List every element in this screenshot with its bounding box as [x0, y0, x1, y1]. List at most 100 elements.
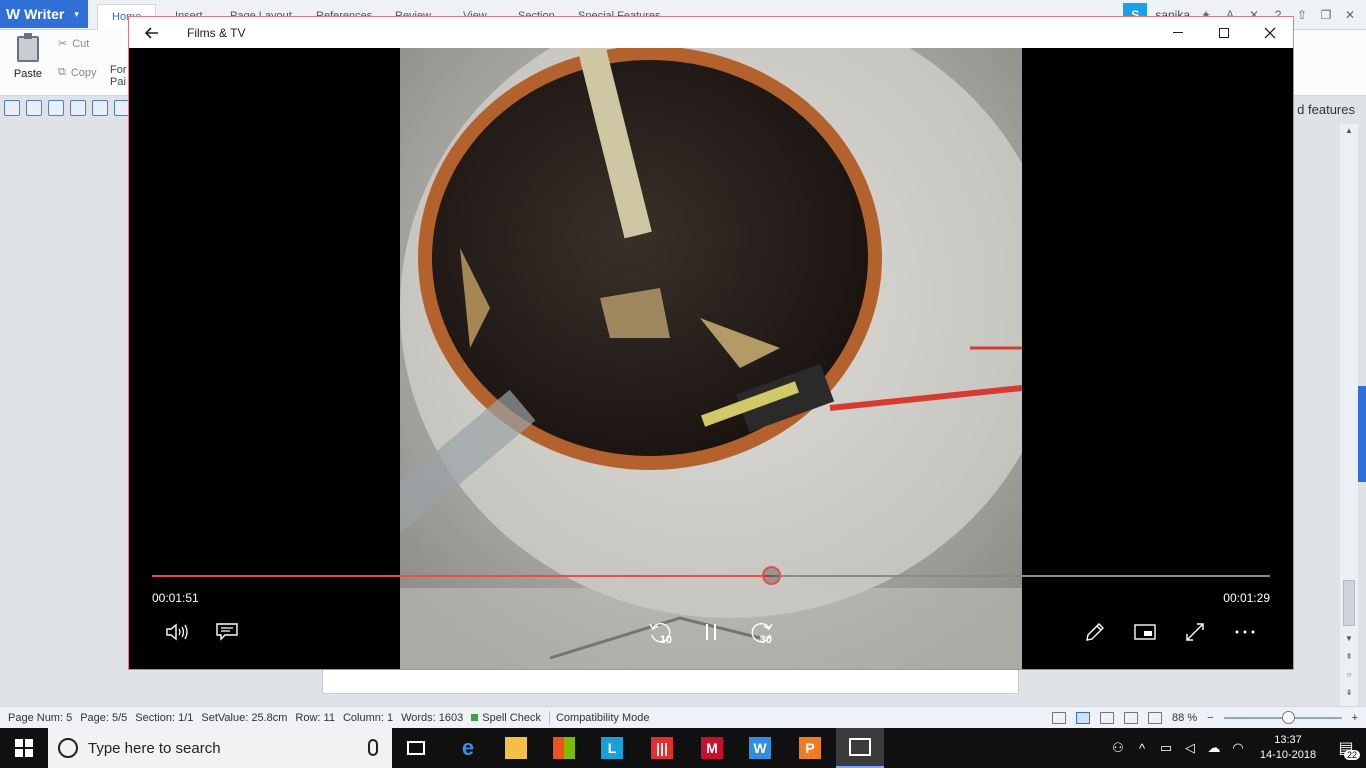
back-button[interactable]	[129, 17, 175, 48]
select-browse-icon[interactable]: ○	[1340, 670, 1358, 684]
compatibility-mode: Compatibility Mode	[555, 711, 650, 724]
page-num[interactable]: Page Num: 5	[8, 712, 72, 724]
zoom-out-icon[interactable]: −	[1207, 712, 1213, 724]
spell-check-icon	[471, 714, 479, 721]
row[interactable]: Row: 11	[295, 712, 335, 724]
cut-button[interactable]: ✂ Cut	[58, 37, 90, 51]
page-count[interactable]: Page: 5/5	[80, 712, 127, 724]
taskbar-app-presentation[interactable]: P	[786, 728, 834, 768]
battery-icon[interactable]: ▭	[1154, 740, 1178, 756]
seek-bar[interactable]	[152, 566, 1270, 585]
wifi-icon[interactable]: ◠	[1226, 740, 1250, 756]
spell-check[interactable]: Spell Check	[471, 712, 541, 724]
close-button[interactable]	[1247, 17, 1293, 48]
taskbar-app-films[interactable]	[836, 728, 884, 768]
action-center-button[interactable]: ▤ 22	[1326, 728, 1366, 768]
task-view-icon	[407, 741, 425, 755]
scroll-down-icon[interactable]: ▼	[1340, 634, 1358, 648]
format-painter-label-2: Pai	[110, 76, 126, 88]
word-count[interactable]: Words: 1603	[401, 712, 463, 724]
red-app-icon: |||	[651, 737, 673, 759]
print-preview-icon[interactable]	[92, 100, 108, 116]
vertical-scrollbar[interactable]: ▲ ▼ ⇞ ○ ⇟	[1340, 124, 1358, 706]
shield-icon: M	[701, 737, 723, 759]
taskbar-app-explorer[interactable]	[492, 728, 540, 768]
restore-icon[interactable]: ❐	[1318, 8, 1334, 22]
task-view-button[interactable]	[392, 728, 440, 768]
taskbar-search[interactable]: Type here to search	[48, 728, 392, 768]
web-view-icon[interactable]	[1124, 712, 1139, 724]
zoom-in-icon[interactable]: +	[1352, 712, 1358, 724]
more-icon	[1235, 630, 1255, 634]
clock[interactable]: 13:37 14-10-2018	[1250, 733, 1326, 763]
open-folder-icon[interactable]	[4, 100, 20, 116]
writer-app-menu[interactable]: W Writer ▾	[0, 0, 88, 28]
onedrive-icon[interactable]: ☁	[1202, 740, 1226, 756]
outline-view-icon[interactable]	[1100, 712, 1115, 724]
print-icon[interactable]	[70, 100, 86, 116]
start-button[interactable]	[0, 728, 48, 768]
zoom-slider-thumb[interactable]	[1281, 711, 1295, 724]
status-bar: Page Num: 5 Page: 5/5 Section: 1/1 SetVa…	[0, 706, 1366, 728]
reading-view-icon[interactable]	[1148, 712, 1163, 724]
previous-page-icon[interactable]: ⇞	[1340, 652, 1358, 666]
captions-button[interactable]	[210, 617, 244, 647]
store-icon	[553, 737, 575, 759]
clock-date: 14-10-2018	[1259, 749, 1317, 761]
scrollbar-thumb[interactable]	[1343, 580, 1355, 626]
minimize-icon	[1173, 32, 1183, 33]
paste-button[interactable]: Paste	[8, 33, 48, 90]
zoom-slider[interactable]	[1223, 711, 1342, 724]
taskbar-app-writer[interactable]: W	[736, 728, 784, 768]
skip-forward-button[interactable]: 30	[744, 617, 778, 647]
pause-button[interactable]	[694, 617, 728, 647]
search-placeholder: Type here to search	[88, 739, 221, 757]
skip-back-seconds: 10	[659, 634, 672, 646]
chevron-up-icon[interactable]: ^	[1130, 741, 1154, 756]
system-tray: ⚇ ^ ▭ ◁ ☁ ◠ 13:37 14-10-2018 ▤ 22	[1106, 728, 1366, 768]
format-painter-button[interactable]: For Pai	[110, 64, 127, 88]
side-panel-toggle[interactable]	[1358, 386, 1366, 482]
edit-button[interactable]	[1078, 617, 1112, 647]
copy-button[interactable]: ⧉ Copy	[58, 66, 97, 79]
set-value[interactable]: SetValue: 25.8cm	[201, 712, 287, 724]
notification-count: 22	[1343, 750, 1360, 760]
microphone-icon[interactable]	[368, 739, 378, 756]
volume-icon[interactable]: ◁	[1178, 740, 1202, 756]
volume-button[interactable]	[160, 617, 194, 647]
taskbar-app-red[interactable]: |||	[638, 728, 686, 768]
fullscreen-button[interactable]	[1178, 617, 1212, 647]
minimize-button[interactable]	[1155, 17, 1201, 48]
page-view-icon[interactable]	[1076, 712, 1091, 724]
captions-icon	[216, 623, 238, 641]
advanced-features-label[interactable]: d features	[1297, 102, 1355, 117]
pause-icon	[706, 624, 716, 640]
close-icon[interactable]: ✕	[1342, 8, 1358, 22]
zoom-level[interactable]: 88 %	[1172, 712, 1197, 724]
save-icon[interactable]	[26, 100, 42, 116]
people-icon[interactable]: ⚇	[1106, 740, 1130, 756]
fullscreen-view-icon[interactable]	[1052, 712, 1067, 724]
export-pdf-icon[interactable]	[48, 100, 64, 116]
next-page-icon[interactable]: ⇟	[1340, 688, 1358, 702]
skip-back-button[interactable]: 10	[644, 617, 678, 647]
seek-thumb[interactable]	[762, 566, 781, 585]
more-options-button[interactable]	[1228, 617, 1262, 647]
taskbar-app-l[interactable]: L	[588, 728, 636, 768]
clock-time: 13:37	[1274, 734, 1302, 746]
taskbar-app-mcafee[interactable]: M	[688, 728, 736, 768]
edge-icon: e	[461, 735, 475, 760]
mini-view-button[interactable]	[1128, 617, 1162, 647]
collapse-ribbon-icon[interactable]: ⇧	[1294, 8, 1310, 22]
taskbar-app-store[interactable]	[540, 728, 588, 768]
clipboard-icon	[17, 33, 39, 62]
column[interactable]: Column: 1	[343, 712, 393, 724]
cut-label: Cut	[72, 37, 90, 50]
taskbar-app-edge[interactable]: e	[444, 728, 492, 768]
cortana-icon	[58, 738, 78, 758]
pencil-icon	[1086, 623, 1104, 641]
section[interactable]: Section: 1/1	[135, 712, 193, 724]
maximize-button[interactable]	[1201, 17, 1247, 48]
scroll-up-icon[interactable]: ▲	[1340, 126, 1358, 140]
writer-app-name: Writer	[24, 6, 65, 22]
